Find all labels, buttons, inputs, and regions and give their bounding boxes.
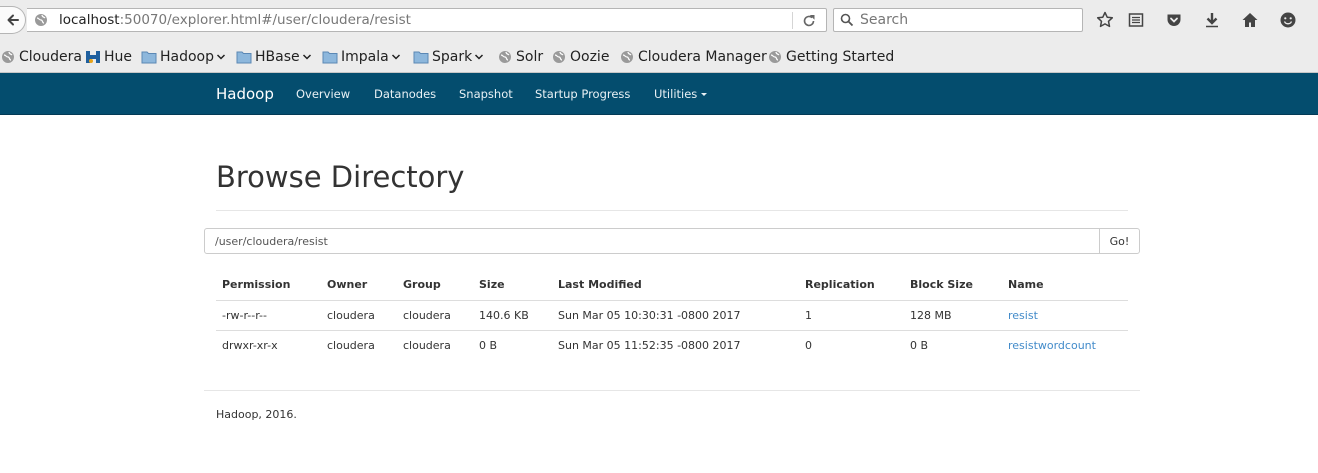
cell-group: cloudera xyxy=(403,338,451,352)
download-icon[interactable] xyxy=(1202,10,1222,30)
bookmark-label: Getting Started xyxy=(786,49,895,65)
table-row: -rw-r--r-- cloudera cloudera 140.6 KB Su… xyxy=(216,300,1128,331)
hue-icon xyxy=(85,49,101,65)
bookmark-label: Cloudera Manager xyxy=(638,49,767,65)
table-row: drwxr-xr-x cloudera cloudera 0 B Sun Mar… xyxy=(216,330,1128,360)
bookmark-label: HBase xyxy=(255,49,300,65)
column-header-last-modified: Last Modified xyxy=(552,270,799,301)
title-divider xyxy=(216,210,1128,211)
directory-link-resistwordcount[interactable]: resistwordcount xyxy=(1008,339,1096,352)
folder-icon xyxy=(141,49,157,65)
cell-owner: cloudera xyxy=(321,300,397,331)
bookmark-label: Hue xyxy=(104,49,133,65)
globe-icon xyxy=(619,49,635,65)
folder-icon xyxy=(322,49,338,65)
cell-owner: cloudera xyxy=(327,338,375,352)
bookmark-label: Spark xyxy=(432,49,473,65)
url-host: localhost xyxy=(59,12,120,28)
hello-smiley-icon[interactable] xyxy=(1278,10,1298,30)
nav-snapshot[interactable]: Snapshot xyxy=(459,87,513,101)
directory-path-input[interactable] xyxy=(204,228,1100,254)
reading-list-icon[interactable] xyxy=(1126,10,1146,30)
column-header-owner: Owner xyxy=(321,270,397,301)
bookmark-label: Impala xyxy=(341,49,389,65)
cell-size: 140.6 KB xyxy=(473,300,552,331)
column-header-group: Group xyxy=(397,270,473,301)
nav-startup-progress[interactable]: Startup Progress xyxy=(535,87,630,101)
bookmarks-toolbar: Cloudera Hue Hadoop HBase Impala Spark S… xyxy=(0,40,1318,73)
folder-icon xyxy=(413,49,429,65)
site-info-icon[interactable] xyxy=(33,12,49,28)
bookmark-cloudera-manager[interactable]: Cloudera Manager xyxy=(619,47,767,67)
chevron-down-icon xyxy=(474,53,484,61)
bookmark-oozie[interactable]: Oozie xyxy=(551,47,609,67)
cell-block-size: 0 B xyxy=(910,338,929,352)
globe-icon xyxy=(497,49,513,65)
cell-last-modified: Sun Mar 05 10:30:31 -0800 2017 xyxy=(552,300,799,331)
bookmark-folder-hadoop[interactable]: Hadoop xyxy=(141,47,226,67)
folder-icon xyxy=(236,49,252,65)
globe-icon xyxy=(767,49,783,65)
cell-name: resist xyxy=(1002,300,1128,331)
directory-listing-table: Permission Owner Group Size Last Modifie… xyxy=(216,270,1128,360)
nav-overview[interactable]: Overview xyxy=(296,87,350,101)
hadoop-navbar: Hadoop Overview Datanodes Snapshot Start… xyxy=(0,73,1318,115)
back-button[interactable] xyxy=(0,6,26,34)
cell-permission: drwxr-xr-x xyxy=(222,338,278,352)
column-header-block-size: Block Size xyxy=(904,270,1002,301)
back-arrow-icon xyxy=(7,14,19,26)
search-placeholder: Search xyxy=(860,12,909,28)
footer-divider xyxy=(204,390,1140,391)
column-header-size: Size xyxy=(473,270,552,301)
bookmark-star-icon[interactable] xyxy=(1095,10,1115,30)
home-icon[interactable] xyxy=(1240,10,1260,30)
nav-utilities-label: Utilities xyxy=(654,87,698,101)
bookmark-folder-hbase[interactable]: HBase xyxy=(236,47,312,67)
page-title: Browse Directory xyxy=(216,160,465,194)
caret-down-icon xyxy=(701,93,708,96)
chevron-down-icon xyxy=(216,53,226,61)
bookmark-folder-impala[interactable]: Impala xyxy=(322,47,401,67)
bookmark-cloudera[interactable]: Cloudera xyxy=(0,47,82,67)
file-link-resist[interactable]: resist xyxy=(1008,309,1038,322)
cell-permission: -rw-r--r-- xyxy=(216,300,321,331)
url-bar[interactable]: localhost:50070/explorer.html#/user/clou… xyxy=(27,8,827,32)
cell-last-modified: Sun Mar 05 11:52:35 -0800 2017 xyxy=(558,338,741,352)
cell-group: cloudera xyxy=(397,300,473,331)
url-separator xyxy=(792,12,793,29)
column-header-replication: Replication xyxy=(799,270,904,301)
bookmark-label: Hadoop xyxy=(160,49,215,65)
url-text[interactable]: localhost:50070/explorer.html#/user/clou… xyxy=(59,12,411,28)
nav-utilities-dropdown[interactable]: Utilities xyxy=(654,87,708,101)
globe-icon xyxy=(551,49,567,65)
search-bar[interactable]: Search xyxy=(833,8,1083,32)
bookmark-hue[interactable]: Hue xyxy=(85,47,132,67)
nav-datanodes[interactable]: Datanodes xyxy=(374,87,436,101)
bookmark-folder-spark[interactable]: Spark xyxy=(413,47,484,67)
chevron-down-icon xyxy=(391,53,401,61)
cell-name: resistwordcount xyxy=(1002,330,1128,360)
chevron-down-icon xyxy=(302,53,312,61)
globe-icon xyxy=(0,49,16,65)
bookmark-label: Oozie xyxy=(570,49,610,65)
table-header-row: Permission Owner Group Size Last Modifie… xyxy=(216,270,1128,301)
cell-replication: 0 xyxy=(805,338,812,352)
go-button[interactable]: Go! xyxy=(1099,228,1140,254)
column-header-permission: Permission xyxy=(216,270,321,301)
bookmark-solr[interactable]: Solr xyxy=(497,47,543,67)
footer-text: Hadoop, 2016. xyxy=(216,408,297,421)
navbar-brand[interactable]: Hadoop xyxy=(216,85,274,103)
pocket-icon[interactable] xyxy=(1164,10,1184,30)
search-icon xyxy=(838,11,856,29)
bookmark-label: Solr xyxy=(516,49,544,65)
bookmark-label: Cloudera xyxy=(19,49,82,65)
cell-size: 0 B xyxy=(479,338,498,352)
url-path: :50070/explorer.html#/user/cloudera/resi… xyxy=(119,12,411,28)
cell-block-size: 128 MB xyxy=(904,300,1002,331)
reload-icon[interactable] xyxy=(800,12,818,30)
cell-replication: 1 xyxy=(799,300,904,331)
bookmark-getting-started[interactable]: Getting Started xyxy=(767,47,894,67)
column-header-name: Name xyxy=(1002,270,1128,301)
browser-toolbar: localhost:50070/explorer.html#/user/clou… xyxy=(0,0,1318,40)
